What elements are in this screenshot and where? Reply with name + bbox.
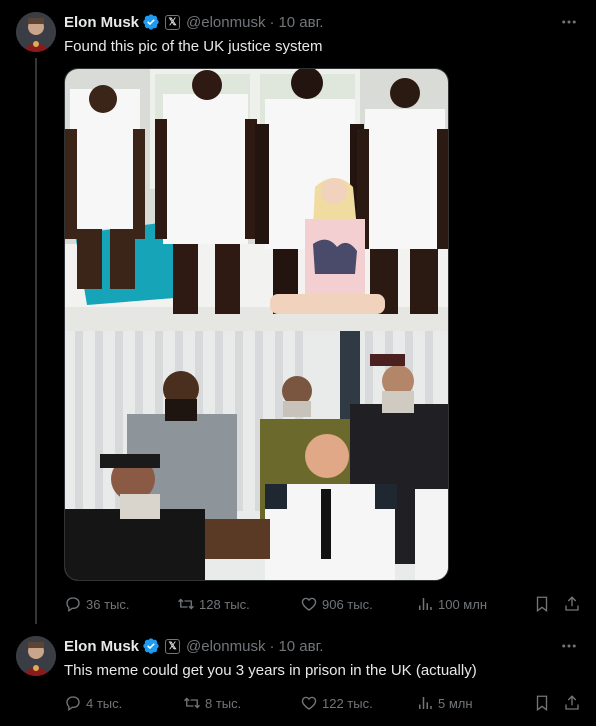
like-icon	[301, 597, 317, 611]
share-button[interactable]	[562, 594, 582, 614]
repost-button[interactable]: 8 тыс.	[183, 694, 241, 712]
views-icon	[419, 697, 432, 709]
bookmark-button[interactable]	[532, 594, 552, 614]
tweet-header: Elon Musk 𝕏 @elonmusk · 10 авг.	[64, 12, 323, 32]
author-name[interactable]: Elon Musk	[64, 638, 139, 655]
tweet-text: Found this pic of the UK justice system	[64, 38, 323, 55]
reply-count: 36 тыс.	[86, 596, 130, 612]
reply-icon	[66, 597, 80, 613]
share-icon	[565, 695, 579, 710]
separator: ·	[269, 13, 275, 31]
tweet-2[interactable]: Elon Musk 𝕏 @elonmusk · 10 авг. This mem…	[0, 624, 596, 726]
repost-icon	[178, 598, 194, 610]
author-handle[interactable]: @elonmusk	[186, 638, 265, 655]
avatar[interactable]	[16, 12, 56, 52]
repost-icon	[184, 697, 200, 709]
author-name[interactable]: Elon Musk	[64, 14, 139, 31]
media-image	[65, 69, 448, 580]
tweet-media[interactable]	[64, 68, 449, 581]
like-icon	[301, 696, 317, 710]
separator: ·	[269, 637, 275, 655]
repost-count: 8 тыс.	[205, 695, 242, 711]
tweet-text: This meme could get you 3 years in priso…	[64, 662, 477, 679]
like-count: 906 тыс.	[322, 596, 373, 612]
verified-badge-icon	[143, 14, 159, 30]
like-button[interactable]: 906 тыс.	[300, 595, 373, 613]
share-icon	[565, 596, 579, 611]
action-bar: 4 тыс. 8 тыс. 122 тыс. 5 млн	[64, 692, 584, 714]
tweet-date[interactable]: 10 авг.	[278, 638, 323, 655]
views-button[interactable]: 100 млн	[416, 595, 487, 613]
action-bar: 36 тыс. 128 тыс. 906 тыс. 100 млн	[64, 593, 584, 615]
repost-button[interactable]: 128 тыс.	[177, 595, 250, 613]
like-button[interactable]: 122 тыс.	[300, 694, 373, 712]
bookmark-button[interactable]	[532, 693, 552, 713]
views-button[interactable]: 5 млн	[416, 694, 473, 712]
reply-icon	[66, 696, 80, 712]
verified-badge-icon	[143, 638, 159, 654]
share-button[interactable]	[562, 693, 582, 713]
avatar[interactable]	[16, 636, 56, 676]
bookmark-icon	[536, 695, 548, 712]
more-icon[interactable]	[558, 12, 580, 32]
tweet-1[interactable]: Elon Musk 𝕏 @elonmusk · 10 авг. Found th…	[0, 0, 596, 624]
x-affiliate-icon: 𝕏	[165, 638, 181, 654]
views-count: 100 млн	[438, 596, 488, 612]
reply-button[interactable]: 36 тыс.	[64, 595, 129, 613]
reply-count: 4 тыс.	[86, 695, 123, 711]
views-count: 5 млн	[438, 695, 473, 711]
more-icon[interactable]	[558, 636, 580, 656]
thread-line	[35, 58, 37, 624]
author-handle[interactable]: @elonmusk	[186, 14, 265, 31]
repost-count: 128 тыс.	[199, 596, 250, 612]
tweet-header: Elon Musk 𝕏 @elonmusk · 10 авг.	[64, 636, 323, 656]
x-affiliate-icon: 𝕏	[165, 14, 181, 30]
like-count: 122 тыс.	[322, 695, 373, 711]
tweet-date[interactable]: 10 авг.	[278, 14, 323, 31]
reply-button[interactable]: 4 тыс.	[64, 694, 122, 712]
views-icon	[419, 598, 432, 610]
bookmark-icon	[536, 596, 548, 613]
